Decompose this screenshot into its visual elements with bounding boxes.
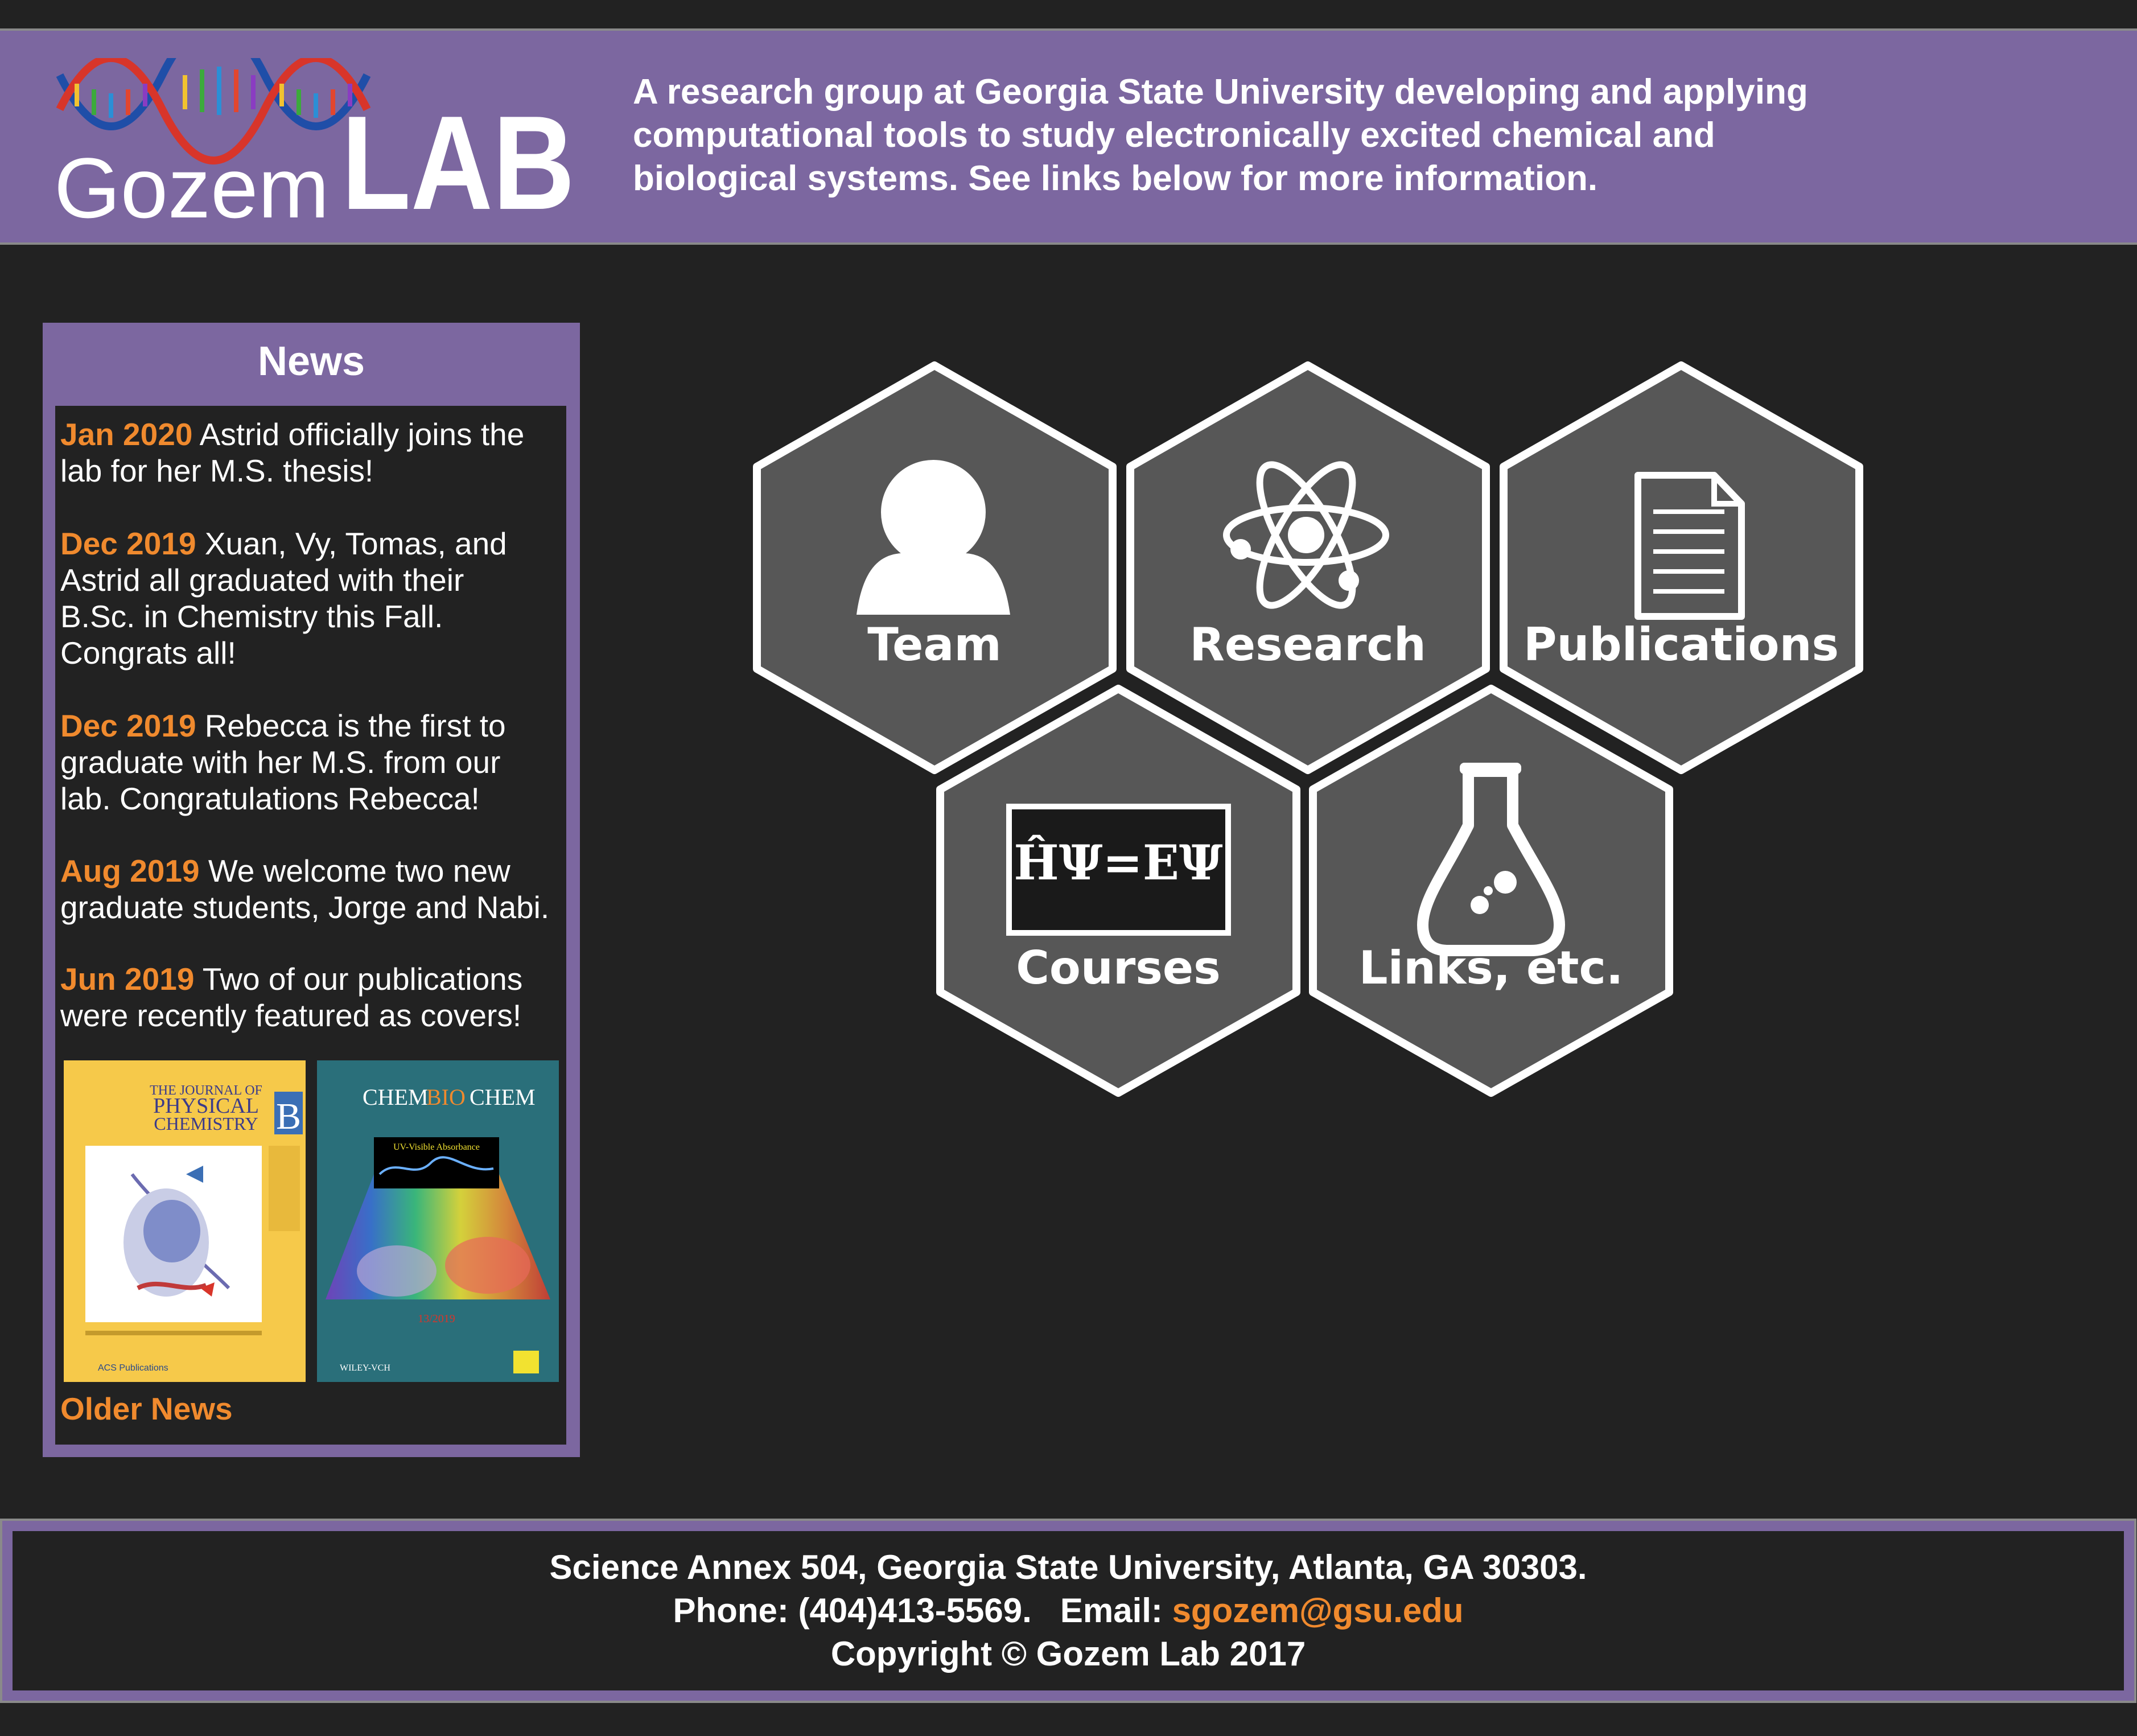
tagline-line: A research group at Georgia State Univer… <box>633 72 1808 112</box>
news-text: lab for her M.S. thesis! <box>60 453 374 488</box>
news-panel: News Jan 2020 Astrid officially joins th… <box>43 323 580 1457</box>
news-date: Aug 2019 <box>60 853 200 888</box>
news-title: News <box>257 339 365 384</box>
research-tile[interactable]: Research <box>1126 361 1490 774</box>
cover-subtitle: UV-Visible Absorbance <box>393 1142 480 1152</box>
news-text: Two of our publications <box>194 961 523 997</box>
news-text: Xuan, Vy, Tomas, and <box>196 526 507 561</box>
courses-tile[interactable]: ĤΨ=EΨ Courses <box>936 685 1300 1097</box>
news-text: Congrats all! <box>60 635 236 670</box>
tagline-line: computational tools to study electronica… <box>633 116 1715 155</box>
cover-journal-title: BIO <box>426 1084 466 1110</box>
cover-issue: 13/2019 <box>418 1313 455 1325</box>
jpcb-cover-image[interactable]: B THE JOURNAL OF PHYSICAL CHEMISTRY ACS … <box>64 1060 306 1382</box>
news-text: Astrid all graduated with their <box>60 562 464 598</box>
older-news-link[interactable]: Older News <box>60 1391 233 1427</box>
publications-label: Publications <box>1524 618 1839 671</box>
footer-address: Science Annex 504, Georgia State Univers… <box>549 1548 1587 1586</box>
news-item: Jan 2020 Astrid officially joins the lab… <box>60 416 561 489</box>
research-label: Research <box>1189 618 1426 671</box>
cover-publisher: ACS Publications <box>98 1363 168 1373</box>
news-text: were recently featured as covers! <box>60 998 522 1033</box>
links-tile[interactable]: Links, etc. <box>1309 685 1673 1097</box>
site-header: Gozem LAB A research group at Georgia St… <box>0 28 2137 245</box>
team-tile[interactable]: Team <box>753 361 1117 774</box>
news-date: Dec 2019 <box>60 526 196 561</box>
footer-phone: Phone: (404)413-5569. Email: <box>673 1591 1172 1630</box>
cover-journal-title: CHEM <box>363 1084 429 1110</box>
news-body: Jan 2020 Astrid officially joins the lab… <box>55 406 566 1445</box>
news-date: Jan 2020 <box>60 417 193 452</box>
team-label: Team <box>867 618 1002 671</box>
courses-label: Courses <box>1016 941 1221 994</box>
news-text: Astrid officially joins the <box>192 417 525 452</box>
news-item: Dec 2019 Xuan, Vy, Tomas, and Astrid all… <box>60 525 561 671</box>
site-tagline: A research group at Georgia State Univer… <box>633 71 1942 200</box>
tagline-line: biological systems. See links below for … <box>633 159 1598 198</box>
news-text: graduate with her M.S. from our <box>60 744 501 780</box>
logo-text-lab: LAB <box>341 88 575 223</box>
news-date: Jun 2019 <box>60 961 195 997</box>
news-item: Dec 2019 Rebecca is the first to graduat… <box>60 707 561 817</box>
news-text: We welcome two new <box>199 853 510 888</box>
cover-publisher: WILEY-VCH <box>340 1363 390 1373</box>
chembiochem-cover-image[interactable]: CHEM BIO CHEM UV-Visible Absorbance 13/2… <box>317 1060 559 1382</box>
cover-journal-letter: B <box>276 1096 301 1137</box>
news-date: Dec 2019 <box>60 708 196 743</box>
chalkboard-icon: ĤΨ=EΨ <box>1006 804 1231 936</box>
news-text: graduate students, Jorge and Nabi. <box>60 890 550 925</box>
news-item: Jun 2019 Two of our publications were re… <box>60 961 561 1034</box>
footer-copyright: Copyright © Gozem Lab 2017 <box>830 1635 1306 1673</box>
cover-journal-title: CHEM <box>470 1084 536 1110</box>
site-footer: Science Annex 504, Georgia State Univers… <box>0 1519 2136 1703</box>
email-link[interactable]: sgozem@gsu.edu <box>1172 1591 1464 1630</box>
news-text: B.Sc. in Chemistry this Fall. <box>60 599 443 634</box>
hexagon-navigation: Team Research Publications ĤΨ=EΨ Courses… <box>740 359 1867 1116</box>
news-text: lab. Congratulations Rebecca! <box>60 781 480 816</box>
publications-tile[interactable]: Publications <box>1500 361 1863 774</box>
footer-contact: Science Annex 504, Georgia State Univers… <box>13 1546 2124 1676</box>
links-label: Links, etc. <box>1359 941 1624 994</box>
news-item: Aug 2019 We welcome two new graduate stu… <box>60 853 561 925</box>
news-text: Rebecca is the first to <box>196 708 506 743</box>
gozem-lab-logo[interactable]: Gozem LAB <box>54 58 578 223</box>
schrodinger-equation: ĤΨ=EΨ <box>1014 834 1222 891</box>
cover-journal-title: CHEMISTRY <box>154 1113 258 1134</box>
logo-text-gozem: Gozem <box>54 140 329 223</box>
